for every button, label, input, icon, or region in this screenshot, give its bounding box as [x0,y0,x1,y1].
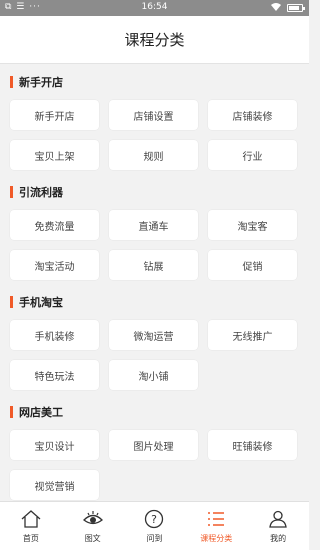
section-title: 手机淘宝 [19,296,63,309]
section-design: 网店美工 宝贝设计 图片处理 旺铺装修 视觉营销 [0,394,309,501]
section-title: 新手开店 [19,76,63,89]
category-button[interactable]: 微淘运营 [109,320,198,350]
bottom-tab-bar: 首页 图文 ? 问到 课程分类 我的 [0,501,309,550]
tab-label: 课程分类 [200,534,233,543]
section-mobile: 手机淘宝 手机装修 微淘运营 无线推广 特色玩法 淘小铺 [0,284,309,394]
section-beginner: 新手开店 新手开店 店铺设置 店铺装修 宝贝上架 规则 行业 [0,64,309,174]
section-traffic: 引流利器 免费流量 直通车 淘宝客 淘宝活动 钻展 促销 [0,174,309,284]
section-marker [10,406,13,418]
tab-label: 问到 [146,534,163,543]
home-icon [21,510,41,528]
category-button[interactable]: 特色玩法 [10,360,99,390]
tab-label: 图文 [84,534,101,543]
category-button[interactable]: 行业 [208,140,297,170]
category-button[interactable]: 图片处理 [109,430,198,460]
category-button[interactable]: 宝贝上架 [10,140,99,170]
tab-label: 首页 [22,534,39,543]
battery-icon [287,4,305,12]
section-marker [10,76,13,88]
svg-text:?: ? [152,513,158,526]
tab-mine[interactable]: 我的 [247,502,309,550]
tab-ask[interactable]: ? 问到 [124,502,186,550]
tab-home[interactable]: 首页 [0,502,62,550]
section-marker [10,186,13,198]
wifi-icon [271,3,281,11]
tab-graphic[interactable]: 图文 [62,502,124,550]
category-button[interactable]: 宝贝设计 [10,430,99,460]
category-button[interactable]: 无线推广 [208,320,297,350]
category-button[interactable]: 促销 [208,250,297,280]
status-time: 16:54 [141,2,168,12]
category-button[interactable]: 淘宝客 [208,210,297,240]
category-button[interactable]: 规则 [109,140,198,170]
tab-label: 我的 [270,534,287,543]
category-button[interactable]: 手机装修 [10,320,99,350]
eye-icon [82,511,103,525]
tab-category[interactable]: 课程分类 [185,502,247,550]
category-button[interactable]: 免费流量 [10,210,99,240]
section-title: 网店美工 [19,406,63,419]
section-marker [10,296,13,308]
category-button[interactable]: 淘小铺 [109,360,198,390]
page-title: 课程分类 [0,16,309,64]
category-content: 新手开店 新手开店 店铺设置 店铺装修 宝贝上架 规则 行业 引流利器 免费流量… [0,64,309,501]
person-icon [269,510,287,528]
section-title: 引流利器 [19,186,63,199]
category-button[interactable]: 直通车 [109,210,198,240]
category-button[interactable]: 旺铺装修 [208,430,297,460]
status-bar: ⧉ ☰ ··· 16:54 [0,0,309,16]
category-button[interactable]: 淘宝活动 [10,250,99,280]
category-button[interactable]: 钻展 [109,250,198,280]
category-button[interactable]: 新手开店 [10,100,99,130]
question-icon: ? [145,509,164,529]
category-button[interactable]: 视觉营销 [10,470,99,500]
category-button[interactable]: 店铺装修 [208,100,297,130]
list-icon [208,512,225,526]
category-button[interactable]: 店铺设置 [109,100,198,130]
